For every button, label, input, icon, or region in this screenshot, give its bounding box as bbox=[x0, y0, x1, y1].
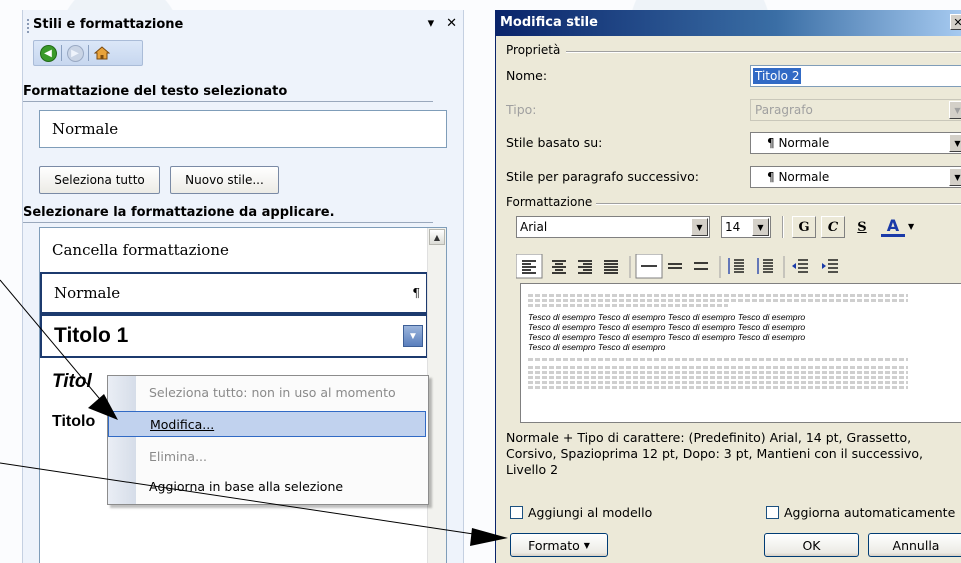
arrow-to-modify bbox=[0, 279, 105, 405]
arrowhead-icon bbox=[88, 394, 118, 420]
arrow-to-format bbox=[0, 462, 481, 536]
arrowhead-icon bbox=[470, 528, 508, 546]
annotation-arrows bbox=[0, 279, 508, 546]
